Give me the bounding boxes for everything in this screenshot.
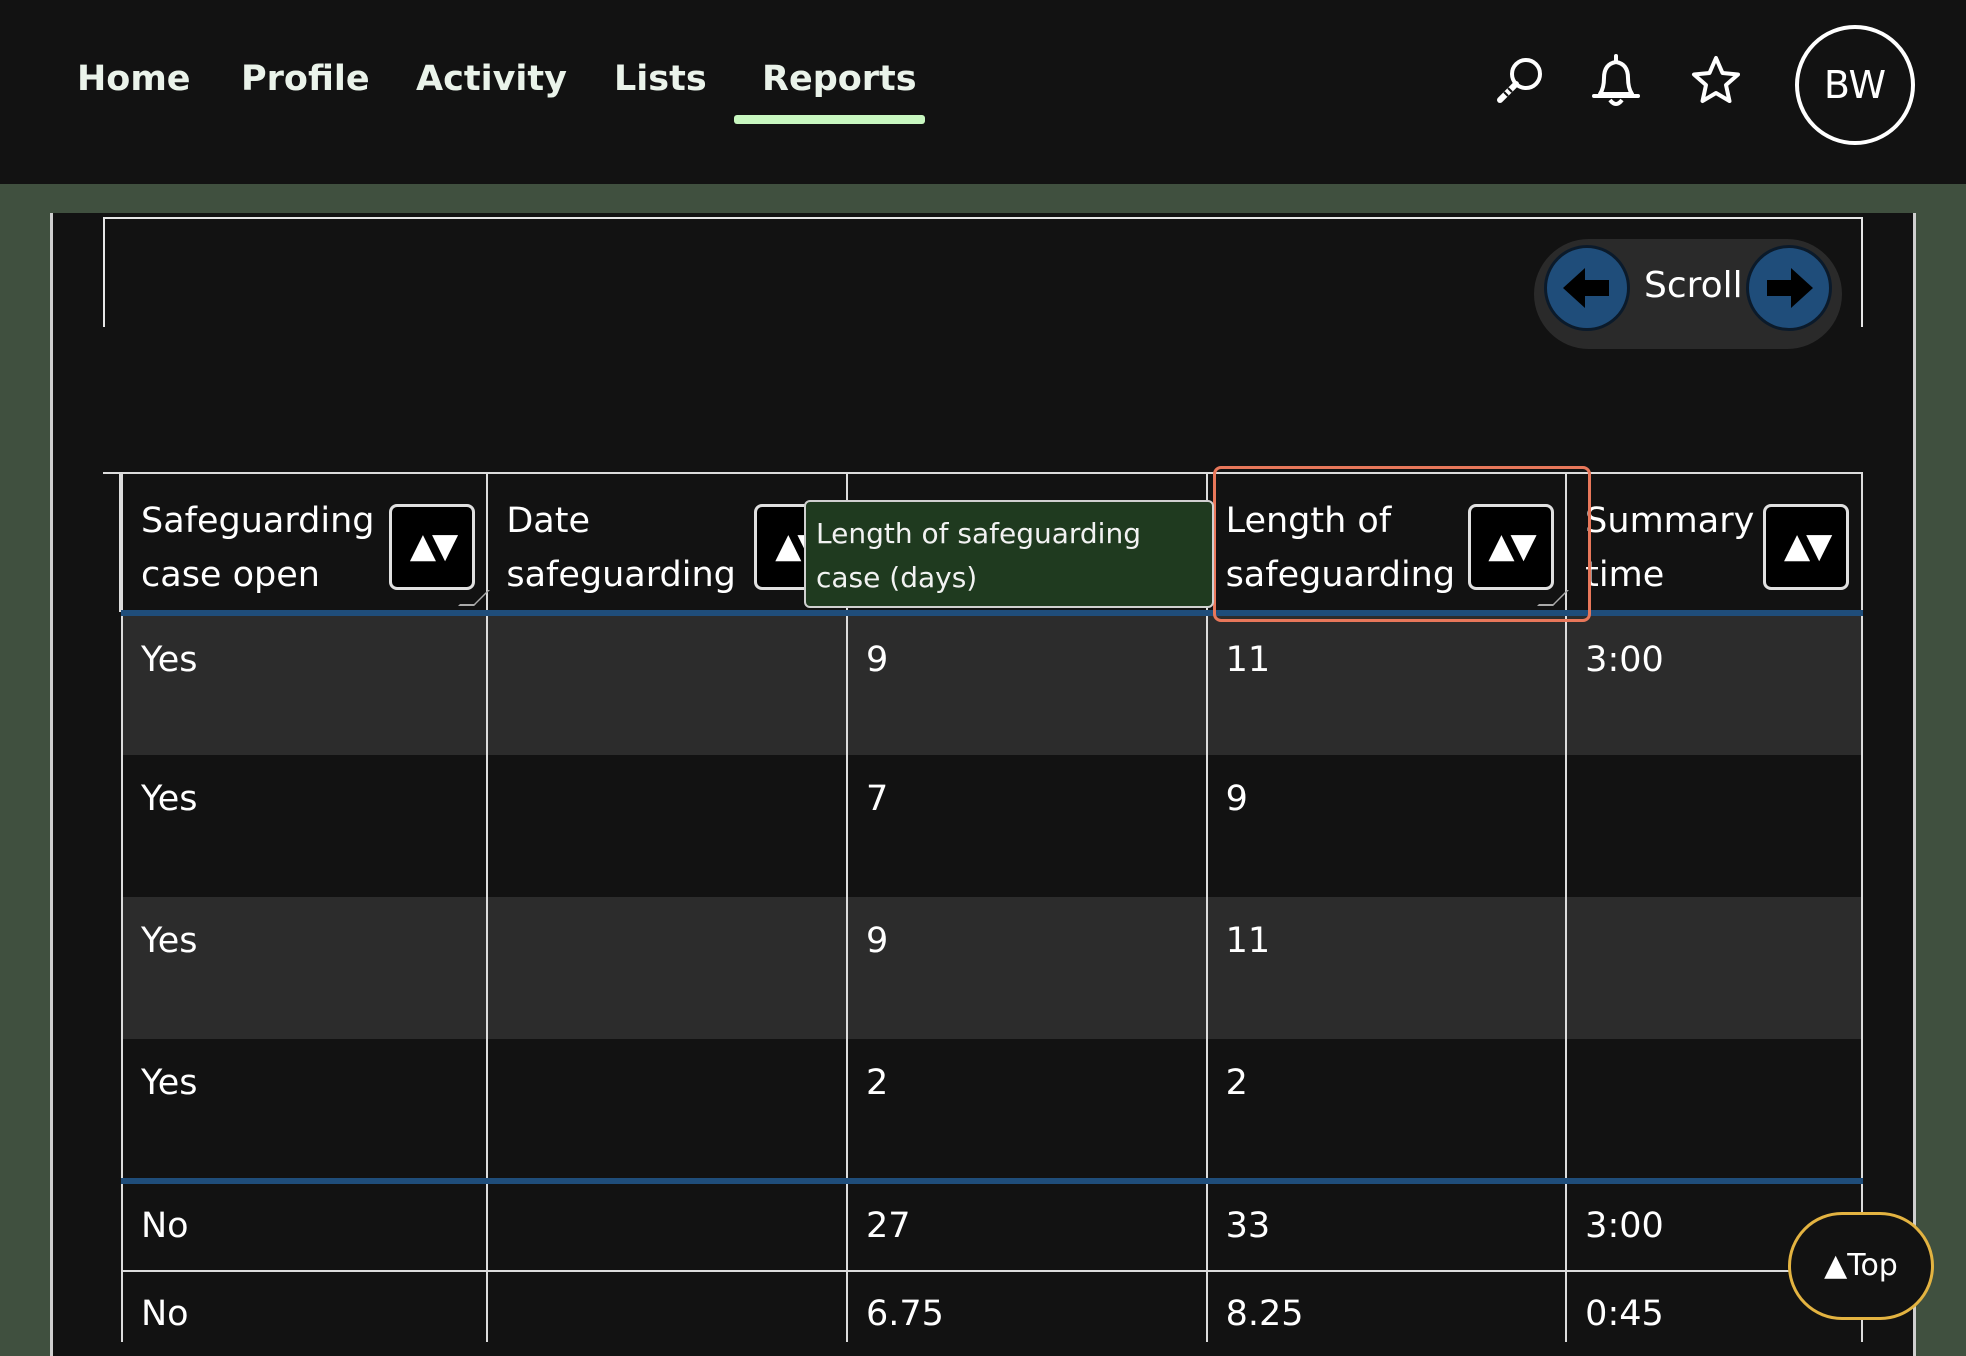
arrow-right-icon xyxy=(1767,268,1813,308)
table-row: Yes 9 11 xyxy=(120,897,1863,1039)
sort-button[interactable]: ▲▼ xyxy=(1467,504,1554,590)
table-cell: 33 xyxy=(1205,1178,1568,1272)
arrow-left-icon xyxy=(1563,268,1609,308)
table-cell: Yes xyxy=(120,755,489,897)
table-cell xyxy=(1565,1039,1863,1181)
table-cell xyxy=(486,1178,848,1272)
active-tab-indicator xyxy=(734,115,925,124)
star-icon[interactable] xyxy=(1686,52,1746,112)
table-cell: 11 xyxy=(1205,613,1568,755)
table-cell: 8.25 xyxy=(1205,1271,1568,1342)
nav-lists[interactable]: Lists xyxy=(614,54,707,104)
table-row: Yes 7 9 xyxy=(120,755,1863,897)
search-icon[interactable] xyxy=(1490,52,1550,112)
scroll-right-button[interactable] xyxy=(1746,245,1832,331)
table-cell xyxy=(486,1039,848,1181)
table-cell: 2 xyxy=(1205,1039,1568,1181)
resize-handle[interactable] xyxy=(458,590,491,606)
top-navigation-bar: Home Profile Activity Lists Reports BW xyxy=(0,0,1966,184)
table-row: Yes 2 2 xyxy=(120,1039,1863,1181)
table-cell: No xyxy=(120,1271,489,1342)
nav-profile[interactable]: Profile xyxy=(241,54,370,104)
scroll-label: Scroll xyxy=(1644,265,1743,306)
table-cell xyxy=(1565,755,1863,897)
user-avatar[interactable]: BW xyxy=(1795,25,1915,145)
column-header-case-open: Safeguarding case open ▲▼ xyxy=(120,472,491,616)
nav-activity[interactable]: Activity xyxy=(416,54,567,104)
table-cell: 3:00 xyxy=(1565,613,1863,755)
table-cell: 6.75 xyxy=(845,1271,1208,1342)
bell-icon[interactable] xyxy=(1586,52,1646,112)
table-cell: 7 xyxy=(845,755,1208,897)
summary-row: No 6.75 8.25 0:45 xyxy=(120,1271,1863,1342)
column-header-length-of-safeguarding: Length of safeguarding ▲▼ xyxy=(1205,472,1570,616)
column-header-label: Safeguarding case open xyxy=(141,501,375,595)
column-header-label: Summary time xyxy=(1585,501,1755,595)
resize-handle[interactable] xyxy=(1537,590,1570,606)
back-to-top-button[interactable]: ▲Top xyxy=(1788,1212,1934,1320)
table-cell: 9 xyxy=(1205,755,1568,897)
sort-button[interactable]: ▲▼ xyxy=(389,504,475,590)
table-cell xyxy=(486,1271,848,1342)
table-cell xyxy=(486,755,848,897)
table-cell: 2 xyxy=(845,1039,1208,1181)
column-header-summary-time: Summary time ▲▼ xyxy=(1565,472,1863,616)
table-left-edge xyxy=(103,472,121,612)
table-cell: 9 xyxy=(845,897,1208,1039)
table-cell: 11 xyxy=(1205,897,1568,1039)
table-cell: No xyxy=(120,1178,489,1272)
table-cell xyxy=(486,613,848,755)
table-row: Yes 9 11 3:00 xyxy=(120,613,1863,755)
summary-row: No 27 33 3:00 xyxy=(120,1178,1863,1272)
table-cell: Yes xyxy=(120,613,489,755)
table-cell xyxy=(1565,897,1863,1039)
scroll-left-button[interactable] xyxy=(1544,245,1630,331)
table-cell: 27 xyxy=(845,1178,1208,1272)
sort-button[interactable]: ▲▼ xyxy=(1763,504,1850,590)
column-tooltip: Length of safeguarding case (days) xyxy=(804,500,1214,608)
nav-home[interactable]: Home xyxy=(77,54,191,104)
table-cell: Yes xyxy=(120,897,489,1039)
scroll-control: Scroll xyxy=(1534,239,1842,349)
column-header-label: Date safeguarding xyxy=(506,501,736,595)
column-header-label: Length of safeguarding xyxy=(1225,501,1456,595)
column-header-date: Date safeguarding ▲▼ xyxy=(486,472,848,616)
nav-reports[interactable]: Reports xyxy=(762,54,917,104)
table-cell xyxy=(486,897,848,1039)
table-cell: 9 xyxy=(845,613,1208,755)
table-cell: Yes xyxy=(120,1039,489,1181)
